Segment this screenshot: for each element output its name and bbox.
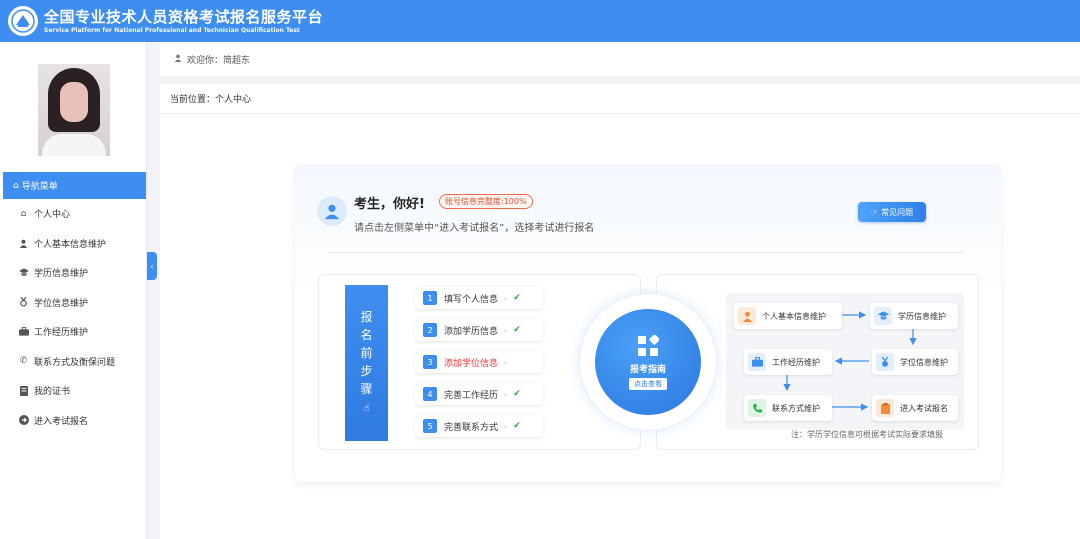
sidebar-item-certificates[interactable]: 我的证书: [0, 376, 146, 406]
chevron-right-icon: ›: [504, 325, 508, 335]
chevron-right-icon: ›: [504, 421, 508, 431]
nav-title: ⌂ 导航菜单: [3, 172, 146, 199]
step-item[interactable]: 2 添加学历信息 › ✔: [415, 319, 543, 341]
user-icon: [18, 239, 29, 248]
platform-title: 全国专业技术人员资格考试报名服务平台: [44, 7, 324, 26]
flow-node-enter-exam[interactable]: 进入考试报名: [872, 395, 958, 421]
clipboard-icon: [876, 399, 894, 417]
divider: [328, 252, 964, 253]
user-icon: [738, 307, 756, 325]
greeting-text: 考生，你好!: [354, 197, 425, 212]
check-icon: ✔: [513, 421, 521, 431]
sidebar: ⌂ 导航菜单 ⌂ 个人中心 个人基本信息维护 学历信息维护 学位信息维护 工作经…: [0, 42, 147, 539]
chevron-right-icon: ›: [504, 357, 508, 367]
certificate-icon: [18, 385, 29, 396]
chevron-left-icon: ‹: [150, 261, 154, 271]
check-icon: ✔: [513, 293, 521, 303]
breadcrumb: 当前位置：个人中心: [160, 84, 1080, 114]
step-item[interactable]: 5 完善联系方式 › ✔: [415, 415, 543, 437]
flow-node-degree[interactable]: 学位信息维护: [872, 349, 958, 375]
flow-node-education[interactable]: 学历信息维护: [870, 303, 958, 329]
steps-title: 报 名 前 步 骤 ☝: [345, 285, 388, 441]
avatar: [38, 64, 110, 156]
completeness-badge: 账号信息完整度:100%: [439, 194, 533, 209]
platform-logo-icon: [8, 6, 38, 36]
medal-icon: [876, 353, 894, 371]
sidebar-collapse-toggle[interactable]: ‹: [147, 252, 157, 280]
phone-icon: ✆: [19, 356, 28, 367]
step-item[interactable]: 4 完善工作经历 › ✔: [415, 383, 543, 405]
personal-center-card: 考生，你好! 账号信息完整度:100% 请点击左侧菜单中“进入考试报名”，选择考…: [295, 165, 1001, 482]
sidebar-item-education[interactable]: 学历信息维护: [0, 258, 146, 288]
hand-pointer-icon: ☝: [363, 403, 370, 414]
home-icon: ⌂: [20, 208, 27, 219]
platform-subtitle: Service Platform for National Profession…: [44, 26, 300, 34]
welcome-bar: 欢迎你：简超东: [160, 42, 1080, 76]
grid-apps-icon: [638, 334, 659, 356]
guide-view-button[interactable]: 点击查看: [629, 377, 667, 390]
phone-icon: [748, 399, 766, 417]
home-icon: ⌂: [13, 180, 19, 191]
briefcase-icon: [748, 353, 766, 371]
sidebar-item-enter-exam[interactable]: 进入考试报名: [0, 406, 146, 436]
faq-button[interactable]: ☞ 常见问题: [858, 202, 926, 222]
medal-icon: [18, 297, 29, 307]
flow-node-basic-info[interactable]: 个人基本信息维护: [734, 303, 842, 329]
welcome-text: 欢迎你：简超东: [187, 55, 251, 66]
user-avatar-icon: [317, 196, 347, 226]
flow-node-work[interactable]: 工作经历维护: [744, 349, 832, 375]
graduation-cap-icon: [18, 268, 29, 277]
nav-list: ⌂ 个人中心 个人基本信息维护 学历信息维护 学位信息维护 工作经历维护 ✆ 联…: [0, 199, 146, 435]
step-item[interactable]: 1 填写个人信息 › ✔: [415, 287, 543, 309]
sidebar-item-personal-center[interactable]: ⌂ 个人中心: [0, 199, 146, 229]
graduation-cap-icon: [874, 307, 892, 325]
sidebar-item-basic-info[interactable]: 个人基本信息维护: [0, 229, 146, 259]
check-icon: ✔: [513, 325, 521, 335]
chevron-right-icon: ›: [504, 293, 508, 303]
flow-node-contact[interactable]: 联系方式维护: [744, 395, 832, 421]
chevron-right-icon: ›: [504, 389, 508, 399]
exam-guide-button[interactable]: 报考指南 点击查看: [595, 309, 701, 415]
briefcase-icon: [18, 327, 29, 336]
flow-note: 注：学历学位信息可根据考试实际要求填报: [791, 430, 943, 439]
greeting-subtitle: 请点击左侧菜单中“进入考试报名”，选择考试进行报名: [354, 223, 595, 234]
flow-diagram: 个人基本信息维护 学历信息维护 工作经历维护 学位信息维护 联系方式维护 进入考…: [726, 293, 964, 429]
sidebar-item-degree[interactable]: 学位信息维护: [0, 288, 146, 318]
sidebar-item-work[interactable]: 工作经历维护: [0, 317, 146, 347]
sidebar-item-contact[interactable]: ✆ 联系方式及衡保问题: [0, 347, 146, 377]
hand-pointer-icon: ☞: [870, 207, 879, 217]
arrow-circle-icon: [18, 415, 29, 426]
guide-title: 报考指南: [629, 364, 666, 375]
user-icon: [174, 54, 182, 65]
top-header: 全国专业技术人员资格考试报名服务平台 Service Platform for …: [0, 0, 1080, 42]
check-icon: ✔: [513, 389, 521, 399]
step-item[interactable]: 3 添加学位信息 ›: [415, 351, 543, 373]
